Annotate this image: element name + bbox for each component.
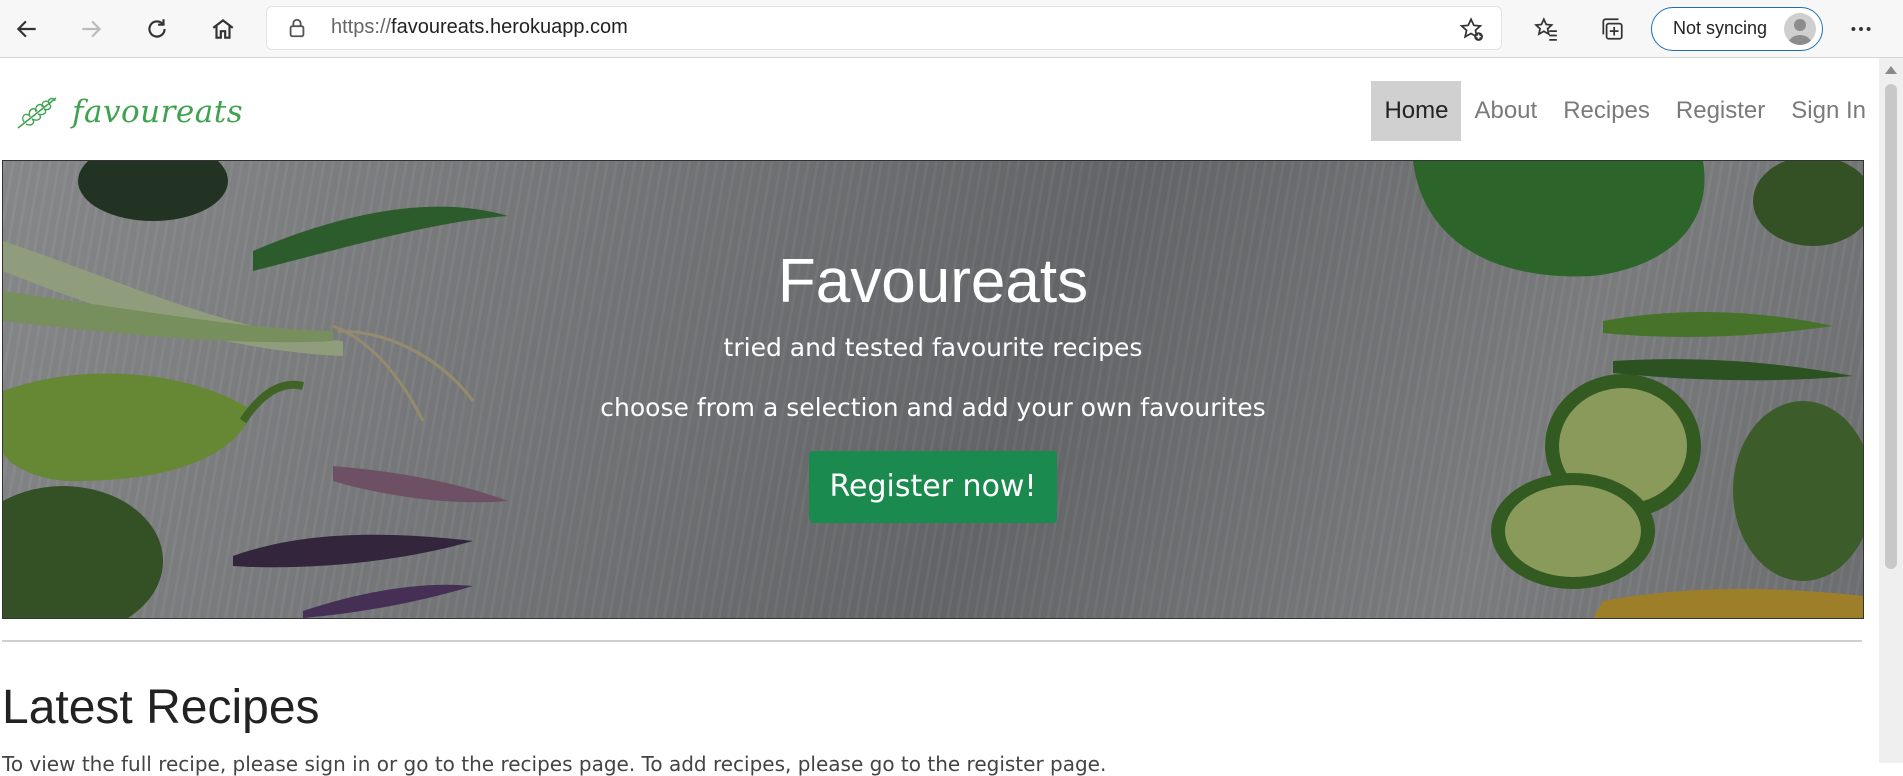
- refresh-button[interactable]: [138, 10, 176, 48]
- add-favorite-icon[interactable]: [1458, 16, 1484, 42]
- arrow-left-icon: [16, 20, 36, 38]
- address-bar[interactable]: https://favoureats.herokuapp.com: [266, 6, 1502, 50]
- latest-recipes-heading: Latest Recipes: [2, 681, 320, 734]
- scroll-up-icon[interactable]: [1885, 66, 1897, 74]
- hero-banner: Favoureats tried and tested favourite re…: [2, 160, 1864, 619]
- nav-recipes[interactable]: Recipes: [1550, 81, 1663, 141]
- collections-icon: [1602, 18, 1623, 40]
- collections-button[interactable]: [1593, 10, 1631, 48]
- home-button[interactable]: [204, 10, 242, 48]
- section-divider: [2, 640, 1862, 642]
- hero-subtitle: tried and tested favourite recipes: [723, 333, 1143, 362]
- hero-title: Favoureats: [777, 247, 1089, 316]
- lock-icon[interactable]: [286, 17, 308, 39]
- more-options-button[interactable]: [1842, 10, 1880, 48]
- site-logo[interactable]: favoureats: [14, 92, 243, 132]
- page-scrollbar[interactable]: [1879, 58, 1903, 763]
- nav-home[interactable]: Home: [1371, 81, 1462, 141]
- user-icon: [1788, 19, 1812, 45]
- refresh-icon: [148, 19, 166, 38]
- scrollbar-thumb[interactable]: [1885, 84, 1897, 569]
- home-icon: [212, 18, 234, 39]
- arrow-right-icon: [82, 20, 102, 38]
- profile-sync-button[interactable]: Not syncing: [1651, 7, 1823, 51]
- latest-recipes-intro: To view the full recipe, please sign in …: [2, 752, 1107, 776]
- favorites-icon: [1534, 17, 1557, 41]
- favorites-button[interactable]: [1527, 10, 1565, 48]
- hero-content: Favoureats tried and tested favourite re…: [3, 161, 1863, 618]
- browser-toolbar: https://favoureats.herokuapp.com Not syn…: [0, 0, 1903, 58]
- more-icon: [1851, 27, 1871, 31]
- nav-register[interactable]: Register: [1663, 81, 1778, 141]
- back-button[interactable]: [8, 10, 46, 48]
- register-now-button[interactable]: Register now!: [809, 451, 1057, 523]
- sync-status-label: Not syncing: [1673, 18, 1768, 38]
- avatar: [1784, 13, 1816, 45]
- hero-description: choose from a selection and add your own…: [600, 393, 1266, 422]
- logo-text: favoureats: [72, 94, 244, 130]
- site-navbar: favoureats Home About Recipes Register S…: [0, 58, 1879, 160]
- nav-about[interactable]: About: [1461, 81, 1550, 141]
- forward-button[interactable]: [72, 10, 110, 48]
- nav-links: Home About Recipes Register Sign In: [1371, 81, 1879, 141]
- herb-leaf-icon: [17, 97, 57, 129]
- url-text[interactable]: https://favoureats.herokuapp.com: [331, 16, 628, 39]
- nav-sign-in[interactable]: Sign In: [1778, 81, 1879, 141]
